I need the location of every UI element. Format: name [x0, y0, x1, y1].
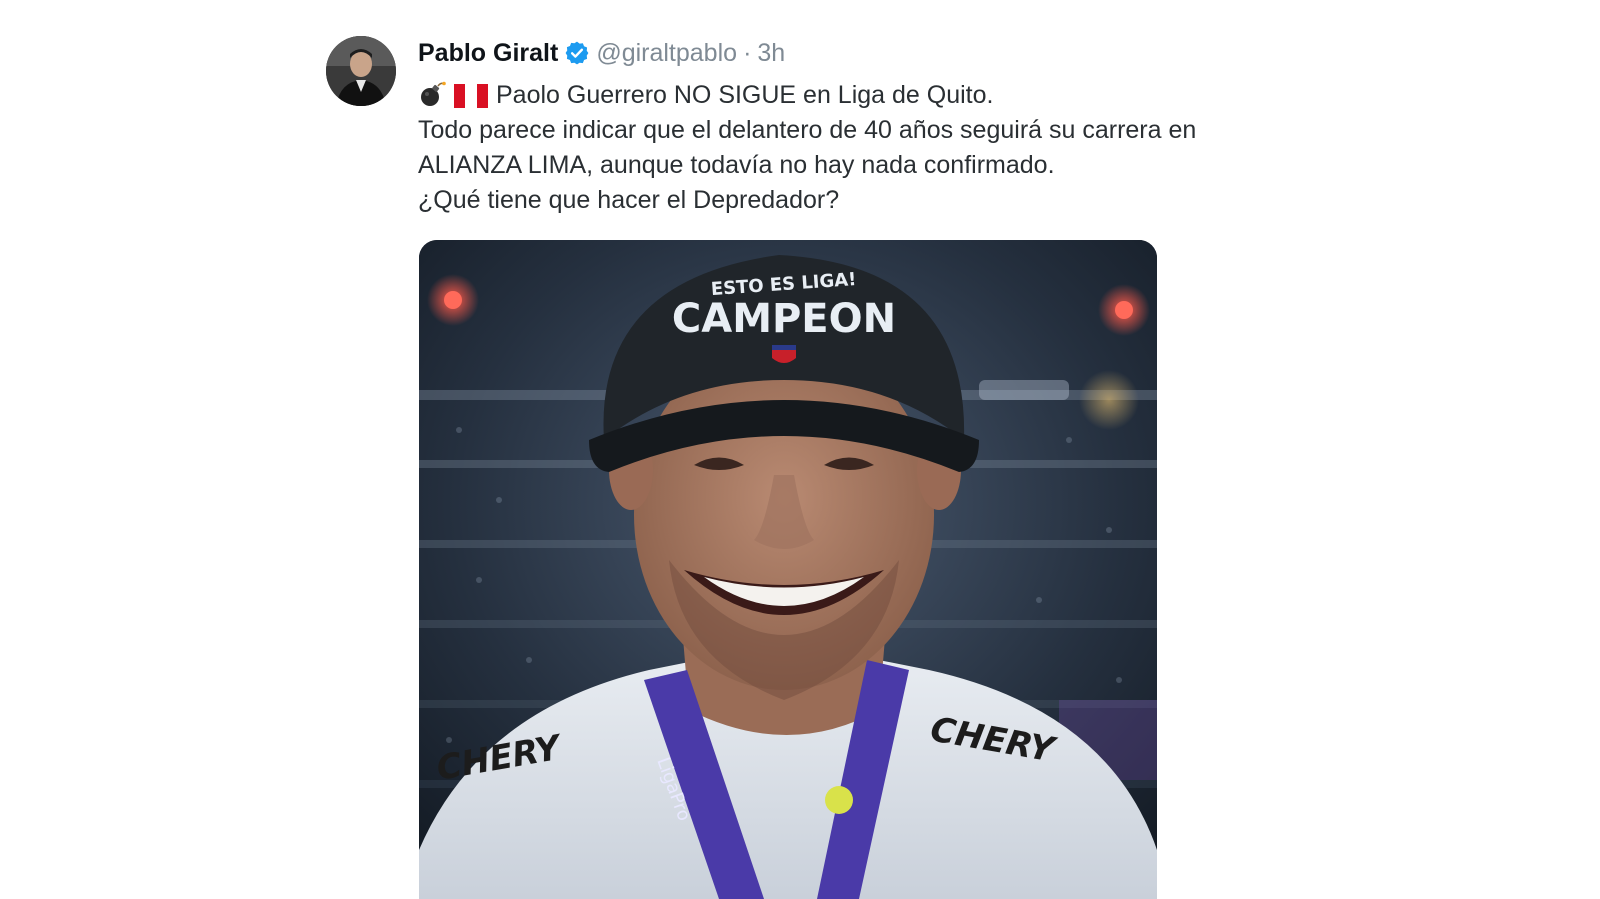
verified-badge-icon	[564, 40, 590, 66]
tweet-line-1: Paolo Guerrero NO SIGUE en Liga de Quito…	[418, 78, 1298, 113]
tweet-line-2: Todo parece indicar que el delantero de …	[418, 116, 1197, 144]
author-avatar[interactable]	[326, 36, 396, 106]
tweet-photo[interactable]: CHERY CHERY LigaPro ESTO ES LIGA! CAMPEO…	[419, 240, 1157, 899]
author-name[interactable]: Pablo Giralt	[418, 39, 558, 68]
tweet-text: Paolo Guerrero NO SIGUE en Liga de Quito…	[418, 78, 1298, 218]
tweet-line-4: ¿Qué tiene que hacer el Depredador?	[418, 186, 840, 214]
tweet-card: Pablo Giralt @giraltpablo · 3h Paolo Gue…	[0, 0, 1600, 899]
tweet-time[interactable]: 3h	[757, 39, 785, 68]
bomb-icon	[418, 80, 446, 108]
tweet-line-3: ALIANZA LIMA, aunque todavía no hay nada…	[418, 151, 1055, 179]
header-separator: ·	[743, 38, 752, 67]
cap-text-main: CAMPEON	[672, 296, 896, 342]
tweet-header: Pablo Giralt @giraltpablo · 3h	[418, 36, 785, 70]
tweet-line-1-text: Paolo Guerrero NO SIGUE en Liga de Quito…	[496, 81, 994, 109]
peru-flag-icon	[454, 83, 488, 108]
author-handle[interactable]: @giraltpablo	[596, 39, 737, 68]
